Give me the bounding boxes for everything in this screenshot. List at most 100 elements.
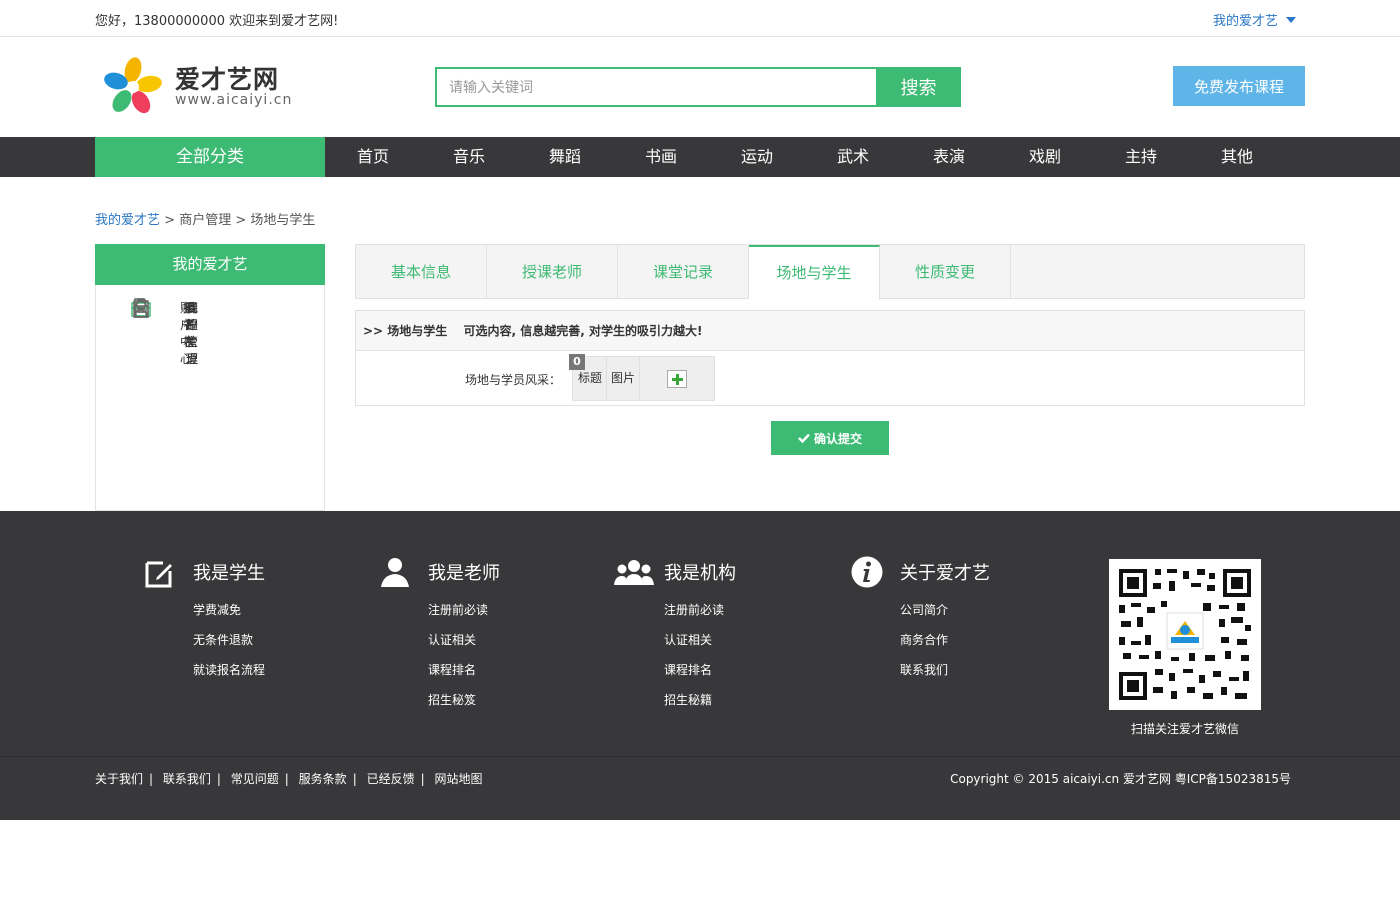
footer-link-sitemap[interactable]: 网站地图 (434, 772, 482, 786)
confirm-submit-label: 确认提交 (813, 431, 862, 446)
gallery-title-label: 标题 (578, 371, 603, 385)
add-plus-icon[interactable] (667, 370, 688, 388)
sidebar-title: 我的爱才艺 (95, 244, 325, 285)
footer-link[interactable]: 课程排名 (664, 655, 736, 685)
link-separator: | (149, 772, 154, 786)
search-box: 搜索 (435, 67, 961, 107)
footer-link[interactable]: 学费减免 (193, 595, 265, 625)
venue-gallery-label: 场地与学员风采： (465, 373, 562, 387)
footer-link[interactable]: 商务合作 (900, 625, 990, 655)
copyright-text: Copyright © 2015 aicaiyi.cn 爱才艺网 粤ICP备15… (950, 772, 1291, 786)
nav-item-music[interactable]: 音乐 (421, 137, 517, 177)
panel-title: >> 场地与学生 (363, 324, 448, 338)
my-account-label: 我的爱才艺 (1212, 14, 1278, 29)
footer-link[interactable]: 联系我们 (900, 655, 990, 685)
count-badge: 0 (569, 354, 585, 370)
qr-code-icon (1119, 569, 1251, 700)
nav-item-martial-arts[interactable]: 武术 (805, 137, 901, 177)
breadcrumb-separator: > (164, 213, 176, 228)
footer-link[interactable]: 无条件退款 (193, 625, 265, 655)
footer-column-about: 关于爱才艺 公司简介 商务合作 联系我们 (850, 555, 990, 685)
sidebar: 我的爱才艺 我的主页 商户管理 课程管理 报名表 账户中心 (95, 244, 325, 511)
footer-link-feedback[interactable]: 已经反馈 (367, 772, 415, 786)
all-categories-button[interactable]: 全部分类 (95, 137, 325, 177)
breadcrumb-current: 场地与学生 (250, 213, 316, 228)
breadcrumb-level2: 商户管理 (179, 213, 232, 228)
tab-class-records[interactable]: 课堂记录 (618, 245, 749, 299)
wechat-qr-code (1109, 559, 1261, 710)
footer-link[interactable]: 公司简介 (900, 595, 990, 625)
footer-link[interactable]: 注册前必读 (428, 595, 500, 625)
footer-divider (0, 756, 1400, 757)
check-icon (798, 433, 810, 444)
qr-caption: 扫描关注爱才艺微信 (1130, 722, 1239, 736)
footer-bottom-links: 关于我们 | 联系我们 | 常见问题 | 服务条款 | 已经反馈 | 网站地图 (95, 770, 482, 787)
link-separator: | (420, 772, 425, 786)
nav-item-hosting[interactable]: 主持 (1093, 137, 1189, 177)
venue-students-panel: >> 场地与学生 可选内容, 信息越完善, 对学生的吸引力越大! 场地与学员风采… (355, 310, 1305, 406)
tab-bar: 基本信息 授课老师 课堂记录 场地与学生 性质变更 (355, 244, 1305, 300)
search-input[interactable] (435, 67, 876, 107)
footer-column-title: 我是老师 (428, 563, 500, 584)
my-account-menu[interactable]: 我的爱才艺 (1213, 10, 1296, 29)
footer-column-student: 我是学生 学费减免 无条件退款 就读报名流程 (143, 555, 265, 685)
nav-item-performance[interactable]: 表演 (901, 137, 997, 177)
footer-link[interactable]: 招生秘籍 (664, 685, 736, 715)
breadcrumb-separator: > (235, 213, 247, 228)
footer-link[interactable]: 认证相关 (664, 625, 736, 655)
top-bar: 您好，13800000000 欢迎来到爱才艺网! 我的爱才艺 (0, 0, 1400, 37)
footer-link[interactable]: 招生秘笈 (428, 685, 500, 715)
footer-column-institution: 我是机构 注册前必读 认证相关 课程排名 招生秘籍 (614, 555, 736, 715)
sidebar-item-label: 账户中心 (180, 301, 193, 366)
teacher-icon (381, 558, 409, 587)
info-icon (851, 556, 883, 588)
footer-link[interactable]: 注册前必读 (664, 595, 736, 625)
main-nav: 全部分类 首页 音乐 舞蹈 书画 运动 武术 表演 戏剧 主持 其他 (0, 137, 1400, 177)
footer-link-about-us[interactable]: 关于我们 (95, 772, 143, 786)
add-cell (640, 357, 714, 400)
edit-icon (145, 561, 172, 588)
publish-course-button[interactable]: 免费发布课程 (1173, 66, 1305, 106)
header: 爱才艺网 www.aicaiyi.cn 搜索 免费发布课程 (0, 37, 1400, 137)
footer-link[interactable]: 就读报名流程 (193, 655, 265, 685)
nav-list: 首页 音乐 舞蹈 书画 运动 武术 表演 戏剧 主持 其他 (325, 137, 1285, 177)
link-separator: | (216, 772, 221, 786)
gallery-image-header: 图片 (607, 357, 641, 400)
footer-column-teacher: 我是老师 注册前必读 认证相关 课程排名 招生秘笈 (378, 555, 500, 715)
footer-link-contact-us[interactable]: 联系我们 (163, 772, 211, 786)
site-logo[interactable]: 爱才艺网 www.aicaiyi.cn (103, 56, 303, 116)
footer-column-title: 关于爱才艺 (900, 563, 990, 584)
footer: 我是学生 学费减免 无条件退款 就读报名流程 我是老师 注册前必读 认证相关 课… (0, 511, 1400, 820)
link-separator: | (284, 772, 289, 786)
nav-item-drama[interactable]: 戏剧 (997, 137, 1093, 177)
tab-nature-change[interactable]: 性质变更 (880, 245, 1011, 299)
link-separator: | (352, 772, 357, 786)
footer-link-faq[interactable]: 常见问题 (231, 772, 279, 786)
greeting-text: 您好，13800000000 欢迎来到爱才艺网! (95, 14, 339, 29)
nav-item-dance[interactable]: 舞蹈 (517, 137, 613, 177)
breadcrumb: 我的爱才艺 > 商户管理 > 场地与学生 (95, 209, 315, 228)
group-icon (614, 560, 654, 585)
tab-basic-info[interactable]: 基本信息 (356, 245, 487, 299)
nav-item-painting[interactable]: 书画 (613, 137, 709, 177)
footer-link[interactable]: 认证相关 (428, 625, 500, 655)
footer-link-terms[interactable]: 服务条款 (299, 772, 347, 786)
logo-url: www.aicaiyi.cn (175, 92, 293, 108)
logo-name: 爱才艺网 (175, 65, 280, 94)
user-icon (134, 298, 148, 318)
breadcrumb-home-link[interactable]: 我的爱才艺 (95, 213, 160, 228)
gallery-title-header: 0 标题 (569, 354, 607, 400)
nav-item-home[interactable]: 首页 (325, 137, 421, 177)
footer-link[interactable]: 课程排名 (428, 655, 500, 685)
panel-header: >> 场地与学生 可选内容, 信息越完善, 对学生的吸引力越大! (356, 311, 1304, 351)
tab-teachers[interactable]: 授课老师 (487, 245, 618, 299)
panel-tip: 可选内容, 信息越完善, 对学生的吸引力越大! (463, 324, 703, 338)
nav-item-other[interactable]: 其他 (1189, 137, 1285, 177)
nav-item-sports[interactable]: 运动 (709, 137, 805, 177)
footer-column-title: 我是学生 (193, 563, 265, 584)
confirm-submit-button[interactable]: 确认提交 (771, 421, 889, 455)
tab-venue-students[interactable]: 场地与学生 (749, 245, 880, 300)
search-button[interactable]: 搜索 (876, 67, 961, 107)
footer-column-title: 我是机构 (664, 563, 736, 584)
venue-gallery-table: 0 标题 图片 (569, 354, 716, 401)
